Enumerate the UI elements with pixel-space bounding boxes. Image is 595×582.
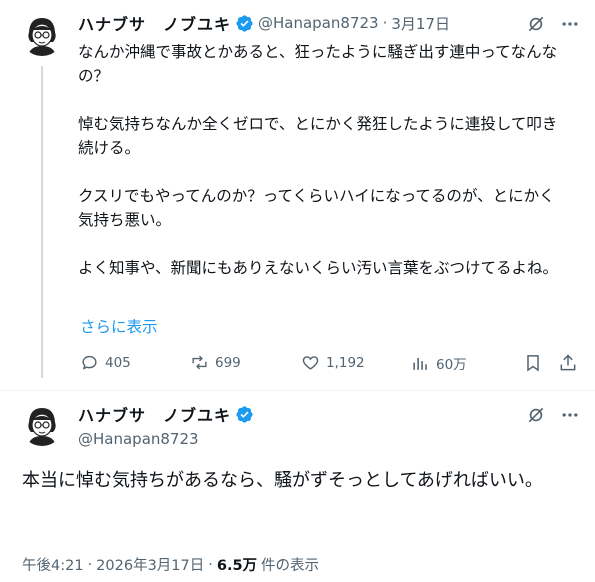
tweet-date[interactable]: 3月17日 (391, 13, 450, 34)
views-label: 件の表示 (261, 558, 320, 574)
tweet-text: 本当に悼む気持ちがあるなら、騒がずそっとしてあげればいい。 (22, 470, 543, 491)
views-count: 6.5万 (216, 558, 258, 574)
grok-icon[interactable] (526, 14, 546, 38)
footer-separator: · (208, 556, 213, 573)
display-name[interactable]: ハナブサ ノブユキ (78, 402, 231, 426)
grok-icon[interactable] (526, 405, 546, 429)
views-button[interactable]: 60万 (411, 353, 467, 373)
show-more-link[interactable]: さらに表示 (80, 315, 158, 337)
tweet-date[interactable]: 2026年3月17日 (96, 554, 204, 575)
reply-icon (80, 353, 99, 372)
repost-icon (190, 353, 209, 372)
reply-button[interactable]: 405 (80, 353, 131, 372)
like-count: 1,192 (326, 354, 365, 371)
verified-icon (235, 405, 254, 424)
repost-button[interactable]: 699 (190, 353, 241, 372)
thread-connector (41, 66, 43, 378)
display-name[interactable]: ハナブサ ノブユキ (78, 11, 231, 35)
views-icon (411, 354, 430, 373)
like-button[interactable]: 1,192 (301, 353, 365, 372)
views-count: 60万 (436, 357, 467, 373)
footer-separator: · (87, 556, 93, 573)
more-icon[interactable] (560, 405, 580, 429)
more-icon[interactable] (560, 14, 580, 38)
tweet-time[interactable]: 午後4:21 (22, 554, 84, 575)
verified-icon (235, 14, 254, 33)
meta-separator: · (382, 14, 388, 32)
repost-count: 699 (215, 354, 241, 371)
tweet-text: なんか沖縄で事故とかあると、狂ったように騒ぎ出す連中ってなんなの？ 悼む気持ちな… (78, 43, 559, 277)
avatar-image (20, 402, 64, 446)
share-icon[interactable] (558, 353, 578, 377)
like-icon (301, 353, 320, 372)
avatar-image (20, 12, 64, 56)
handle[interactable]: @Hanapan8723 (78, 430, 199, 448)
handle[interactable]: @Hanapan8723 (258, 14, 379, 32)
divider (0, 390, 595, 391)
avatar[interactable] (20, 12, 64, 56)
avatar[interactable] (20, 402, 64, 446)
tweet-footer: 午後4:21 · 2026年3月17日 · 6.5万 件の表示 (22, 554, 319, 575)
reply-count: 405 (105, 354, 131, 371)
bookmark-icon[interactable] (523, 353, 543, 377)
